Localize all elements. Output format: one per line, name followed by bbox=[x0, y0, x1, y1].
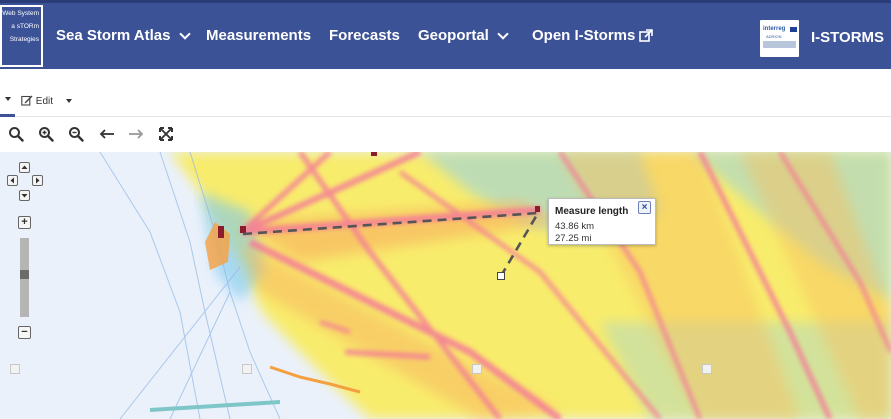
brand-line-2: a sTORm bbox=[11, 23, 39, 30]
caret-down-icon bbox=[5, 97, 11, 102]
broken-image-icon bbox=[702, 364, 712, 374]
chevron-down-icon bbox=[178, 27, 191, 40]
nav-geoportal[interactable]: Geoportal bbox=[418, 27, 509, 44]
popup-title: Measure length bbox=[555, 206, 629, 217]
close-icon: × bbox=[641, 202, 648, 213]
pan-right-button[interactable] bbox=[32, 175, 43, 186]
arrow-right-icon bbox=[129, 129, 144, 139]
logo-bar bbox=[763, 41, 796, 48]
broken-image-icon bbox=[472, 364, 482, 374]
pan-down-button[interactable] bbox=[19, 190, 30, 201]
edit-dropdown[interactable]: Edit bbox=[21, 94, 72, 107]
zoom-out-icon bbox=[69, 127, 84, 142]
measure-line bbox=[242, 211, 541, 280]
full-extent-button[interactable] bbox=[158, 126, 174, 142]
zoom-out-button[interactable]: − bbox=[18, 326, 31, 339]
layer-toolbar: Edit bbox=[0, 84, 891, 117]
pan-left-button[interactable] bbox=[7, 175, 18, 186]
pan-up-button[interactable] bbox=[19, 162, 30, 173]
nav-sea-storm-atlas[interactable]: Sea Storm Atlas bbox=[56, 27, 191, 44]
nav-label: Open I-Storms bbox=[532, 27, 636, 44]
arrow-left-icon bbox=[10, 177, 14, 184]
edit-icon bbox=[21, 95, 33, 106]
brand-line-3: Strategies bbox=[9, 36, 39, 43]
brand-line-1: Web System bbox=[2, 10, 39, 17]
measure-km-value: 43.86 km bbox=[555, 221, 595, 232]
external-link-icon bbox=[639, 28, 654, 42]
broken-image-icon bbox=[242, 364, 252, 374]
next-extent-button[interactable] bbox=[128, 126, 144, 142]
zoom-out-tool-button[interactable] bbox=[68, 126, 84, 142]
nav-label: Forecasts bbox=[329, 27, 400, 44]
zoom-in-icon bbox=[39, 127, 54, 142]
layers-dropdown[interactable] bbox=[5, 94, 11, 105]
logo-wordmark: interreg bbox=[763, 26, 786, 32]
caret-down-icon bbox=[65, 99, 72, 104]
popup-close-button[interactable]: × bbox=[638, 201, 651, 214]
arrow-left-icon bbox=[99, 129, 114, 139]
search-icon bbox=[9, 127, 24, 142]
zoom-in-button[interactable]: + bbox=[18, 216, 31, 229]
map-canvas[interactable]: + − Measure length × 43.86 km 27.25 mi bbox=[0, 152, 891, 419]
arrow-right-icon bbox=[36, 177, 40, 184]
interreg-logo[interactable]: interreg ADRION bbox=[760, 20, 799, 57]
nav-measurements[interactable]: Measurements bbox=[206, 27, 311, 44]
active-tab-indicator bbox=[0, 114, 15, 117]
broken-image-icon bbox=[10, 364, 20, 374]
nav-open-i-storms[interactable]: Open I-Storms bbox=[532, 27, 654, 44]
nav-forecasts[interactable]: Forecasts bbox=[329, 27, 400, 44]
top-navbar: Web System a sTORm Strategies Sea Storm … bbox=[0, 0, 891, 69]
arrow-down-icon bbox=[21, 194, 28, 198]
zoom-slider-handle[interactable] bbox=[20, 270, 29, 279]
logo-subtext: ADRION bbox=[766, 34, 782, 39]
search-tool-button[interactable] bbox=[8, 126, 24, 142]
zoom-in-tool-button[interactable] bbox=[38, 126, 54, 142]
previous-extent-button[interactable] bbox=[99, 126, 115, 142]
edit-label: Edit bbox=[35, 96, 54, 107]
brand-logo[interactable]: Web System a sTORm Strategies bbox=[0, 5, 43, 67]
measure-vertex-handle[interactable] bbox=[497, 272, 505, 280]
measure-length-popup: Measure length × 43.86 km 27.25 mi bbox=[548, 198, 656, 245]
nav-label: Measurements bbox=[206, 27, 312, 44]
chevron-down-icon bbox=[497, 27, 509, 40]
measure-mi-value: 27.25 mi bbox=[555, 233, 592, 244]
nav-label: Geoportal bbox=[418, 27, 489, 44]
project-name: I-STORMS bbox=[811, 29, 885, 46]
fullscreen-icon bbox=[159, 127, 173, 141]
map-tools-toolbar bbox=[0, 118, 891, 152]
eu-flag-icon bbox=[790, 27, 797, 32]
arrow-up-icon bbox=[21, 165, 28, 169]
nav-label: Sea Storm Atlas bbox=[56, 27, 171, 44]
